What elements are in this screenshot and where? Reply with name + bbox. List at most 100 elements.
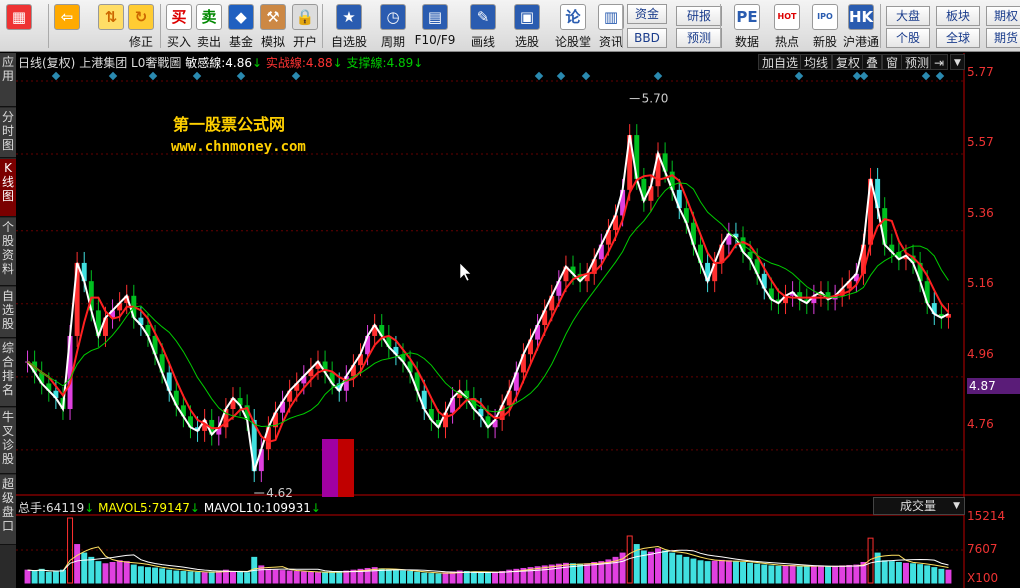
chart-control-2[interactable]: 复权	[832, 54, 865, 70]
volume-bar	[194, 571, 201, 584]
volume-bar	[463, 570, 470, 584]
toolbar-button-17[interactable]: HOT 热点	[766, 2, 808, 50]
volume-bar	[144, 567, 151, 584]
forum-icon: 论	[560, 4, 586, 30]
volume-bar	[166, 569, 173, 584]
side-tab-2[interactable]: K线图	[0, 159, 16, 217]
toolbar-button-13[interactable]: ▣ 选股	[506, 2, 548, 50]
toolbar-button-8[interactable]: 🔒 开户	[290, 2, 320, 50]
toolbar-button-5[interactable]: 卖卖出	[194, 2, 224, 50]
toolbar-button-12[interactable]: ✎ 画线	[462, 2, 504, 50]
volume-bar	[725, 560, 732, 584]
volume-bar	[803, 566, 810, 584]
volume-bar	[137, 566, 144, 584]
toolbar-button-label: 资讯	[598, 35, 623, 49]
combat-line-arrow-icon: ↓	[332, 56, 343, 70]
volume-bar	[74, 544, 81, 584]
chart-control-4[interactable]: 窗	[882, 54, 903, 70]
period-label[interactable]: 日线(复权)	[18, 56, 75, 70]
volume-bar	[59, 569, 66, 584]
side-tab-6[interactable]: 牛叉诊股	[0, 408, 16, 474]
side-tab-7[interactable]: 超级盘口	[0, 475, 16, 545]
toolbar-small-button-quanqiu[interactable]: 全球	[936, 28, 980, 48]
toolbar-small-button-gegu[interactable]: 个股	[886, 28, 930, 48]
volume-indicator-select[interactable]: 成交量 ▼	[873, 497, 965, 515]
toolbar-button-3[interactable]: ↻ 修正	[126, 2, 156, 50]
event-marker	[51, 71, 61, 81]
toolbar-icon-button-2[interactable]: ⇅	[96, 2, 126, 50]
toolbar-button-6[interactable]: ◆ 基金	[226, 2, 256, 50]
toolbar-button-7[interactable]: ⚒ 模拟	[258, 2, 288, 50]
volume-bar	[201, 572, 208, 584]
volume-bar	[173, 570, 180, 584]
side-tab-4[interactable]: 自选股	[0, 287, 16, 338]
price-axis-label: 5.16	[967, 276, 994, 290]
hammer-icon: ⚒	[260, 4, 286, 30]
total-volume-value: 64119	[46, 501, 85, 515]
low-annotation: 4.62	[266, 486, 293, 500]
toolbar-small-button-bankuai[interactable]: 板块	[936, 6, 980, 26]
toolbar-icon-button-1[interactable]: ⇦	[52, 2, 82, 50]
toolbar-small-button-qihuo2[interactable]: 期货	[986, 28, 1020, 48]
side-tab-5[interactable]: 综合排名	[0, 339, 16, 407]
pe-icon: PE	[734, 4, 760, 30]
star-icon: ★	[336, 4, 362, 30]
event-marker	[794, 71, 804, 81]
chart-control-3[interactable]: 叠	[862, 54, 883, 70]
volume-bar	[754, 563, 761, 584]
toolbar-small-button-yanbao[interactable]: 研报	[676, 6, 722, 26]
volume-bar	[562, 562, 569, 584]
volume-bar	[265, 568, 272, 584]
refresh-icon: ↻	[128, 4, 154, 30]
watermark-title: 第一股票公式网	[173, 115, 286, 134]
volume-bar	[52, 571, 59, 584]
toolbar-button-14[interactable]: 论论股堂	[552, 2, 594, 50]
volume-bar	[407, 570, 414, 584]
buy-icon: 买	[166, 4, 192, 30]
chevron-down-icon[interactable]: ▼	[950, 54, 965, 70]
toolbar-small-button-dapan[interactable]: 大盘	[886, 6, 930, 26]
volume-bar	[329, 571, 336, 584]
toolbar-icon-button-0[interactable]: ▦	[4, 2, 34, 50]
watermark-url: www.chnmoney.com	[171, 139, 306, 155]
toolbar-button-4[interactable]: 买买入	[164, 2, 194, 50]
chart-control-5[interactable]: 预测	[901, 54, 934, 70]
volume-bar	[392, 570, 399, 584]
volume-bar	[109, 561, 116, 584]
toolbar-button-10[interactable]: ◷ 周期	[372, 2, 414, 50]
toolbar-separator	[720, 4, 721, 48]
toolbar-small-button-zijin[interactable]: 资金	[627, 4, 667, 24]
volume-bar	[577, 563, 584, 584]
toolbar-button-label: 论股堂	[554, 35, 591, 49]
toolbar-button-16[interactable]: PE 数据	[726, 2, 768, 50]
side-tab-1[interactable]: 分时图	[0, 108, 16, 158]
kline-chart-panel[interactable]: 5.70 4.62 日线(复权) 上港集团 L0奢戰圖 敏感線:4.86↓ 实战線…	[16, 53, 1020, 588]
chevron-down-icon: ▼	[953, 501, 960, 511]
expand-icon[interactable]: ⇥	[930, 54, 949, 70]
toolbar-button-label: 画线	[470, 35, 495, 49]
toolbar-small-button-qihuo1[interactable]: 期权	[986, 6, 1020, 26]
volume-bar	[825, 566, 832, 584]
toolbar-button-19[interactable]: HK 沪港通	[840, 2, 882, 50]
support-line	[27, 182, 949, 428]
mavol10-value: 109931	[265, 501, 311, 515]
indicator-name[interactable]: L0奢戰圖	[131, 56, 181, 70]
toolbar-small-button-yuce[interactable]: 预测	[676, 28, 722, 48]
toolbar-button-11[interactable]: ▤ F10/F9	[414, 2, 456, 50]
toolbar-button-15[interactable]: ▥ 资讯	[590, 2, 632, 50]
side-tab-3[interactable]: 个股资料	[0, 218, 16, 286]
volume-bar	[237, 571, 244, 584]
side-tab-0[interactable]: 应用	[0, 53, 16, 107]
toolbar-button-9[interactable]: ★ 自选股	[328, 2, 370, 50]
volume-bar	[817, 565, 824, 584]
grid-icon: ▦	[6, 4, 32, 30]
chart-control-0[interactable]: 加自选	[758, 54, 803, 70]
toolbar-small-button-bbd[interactable]: BBD	[627, 28, 667, 48]
toolbar-button-label: 周期	[380, 35, 405, 49]
event-marker	[921, 71, 931, 81]
support-line-arrow-icon: ↓	[413, 56, 424, 70]
sensitive-line-value: 4.86	[225, 56, 252, 70]
volume-bar	[669, 552, 676, 584]
chart-control-1[interactable]: 均线	[800, 54, 833, 70]
event-marker	[291, 71, 301, 81]
